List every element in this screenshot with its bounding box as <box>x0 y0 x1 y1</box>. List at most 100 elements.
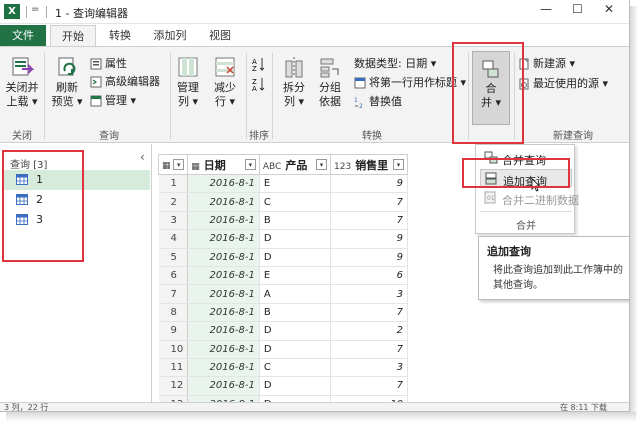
date-cell[interactable]: 2016-8-1 <box>187 229 260 249</box>
table-row[interactable]: 5 2016-8-1 D 9 <box>158 248 408 267</box>
split-column-button[interactable]: 拆分 列 ▾ <box>278 55 310 109</box>
product-cell[interactable]: D <box>259 376 332 396</box>
date-cell[interactable]: 2016-8-1 <box>187 192 260 212</box>
table-row[interactable]: 7 2016-8-1 A 3 <box>158 284 408 304</box>
table-row[interactable]: 132016-8-1D10 <box>158 395 408 402</box>
manage-columns-button[interactable]: 管理 列 ▾ <box>174 55 202 109</box>
reduce-rows-button[interactable]: 减少 行 ▾ <box>208 55 242 109</box>
advanced-editor-button[interactable]: 高级编辑器 <box>90 73 160 89</box>
properties-button[interactable]: 属性 <box>90 55 127 71</box>
date-cell[interactable]: 2016-8-1 <box>187 395 260 402</box>
tab-add-column[interactable]: 添加列 <box>144 25 196 47</box>
table-row[interactable]: 3 2016-8-1 B 7 <box>158 211 408 231</box>
table-row[interactable]: 9 2016-8-1 D 2 <box>158 321 408 341</box>
date-cell[interactable]: 2016-8-1 <box>187 284 260 304</box>
sort-ascending-button[interactable]: AZ <box>252 57 266 74</box>
product-cell[interactable]: B <box>259 303 332 323</box>
tab-file[interactable]: 文件 <box>0 25 46 47</box>
filter-dropdown-icon[interactable]: ▾ <box>244 159 256 170</box>
refresh-preview-button[interactable]: 刷新 预览 ▾ <box>50 55 84 109</box>
product-cell[interactable]: D <box>259 395 332 402</box>
column-header-sales[interactable]: 123 销售里 ▾ <box>330 154 408 175</box>
filter-dropdown-icon[interactable]: ▾ <box>316 159 327 170</box>
date-cell[interactable]: 2016-8-1 <box>187 174 260 194</box>
product-cell[interactable]: D <box>259 229 332 249</box>
close-and-load-button[interactable]: 关闭并 上载 ▾ <box>4 55 40 109</box>
sales-cell[interactable]: 7 <box>330 376 408 396</box>
quick-access-dropdown-icon[interactable]: = <box>31 4 39 15</box>
recent-sources-button[interactable]: 最近使用的源 ▾ <box>518 75 608 91</box>
close-and-load-icon <box>12 57 34 76</box>
sales-cell[interactable]: 9 <box>330 174 408 194</box>
product-cell[interactable]: D <box>259 248 332 267</box>
query-item-2[interactable]: 2 <box>4 190 150 210</box>
table-row[interactable]: 11 2016-8-1 C 3 <box>158 358 408 378</box>
date-cell[interactable]: 2016-8-1 <box>187 248 260 267</box>
group-by-button[interactable]: 分组 依据 <box>314 55 346 109</box>
table-icon <box>16 194 28 205</box>
sales-cell[interactable]: 7 <box>330 211 408 231</box>
table-row[interactable]: 8 2016-8-1 B 7 <box>158 303 408 323</box>
date-cell[interactable]: 2016-8-1 <box>187 321 260 341</box>
replace-values-button[interactable]: 1 2 替换值 <box>354 93 402 109</box>
sales-cell[interactable]: 7 <box>330 340 408 359</box>
sort-descending-button[interactable]: ZA <box>252 77 266 94</box>
combine-binaries-item[interactable]: 01 合并二进制数据 <box>480 189 579 207</box>
group-label-transform: 转换 <box>362 131 382 142</box>
append-queries-item[interactable]: 追加查询 <box>480 169 572 192</box>
chevron-down-icon[interactable]: ▾ <box>173 159 185 170</box>
sales-cell[interactable]: 7 <box>330 303 408 323</box>
query-item-1[interactable]: 1 <box>4 170 150 190</box>
query-item-3[interactable]: 3 <box>4 210 150 230</box>
product-cell[interactable]: A <box>259 284 332 304</box>
product-cell[interactable]: D <box>259 321 332 341</box>
close-and-load-label-line2: 上载 ▾ <box>6 95 38 108</box>
table-row[interactable]: 6 2016-8-1 E 6 <box>158 266 408 286</box>
table-row[interactable]: 1 2016-8-1 E 9 <box>158 174 408 194</box>
column-header-product[interactable]: ABC 产品 ▾ <box>258 154 332 175</box>
sales-cell[interactable]: 7 <box>330 192 408 212</box>
tab-home[interactable]: 开始 <box>50 25 96 47</box>
data-type-dropdown[interactable]: 数据类型: 日期 ▾ <box>354 55 436 71</box>
maximize-button[interactable]: ☐ <box>572 2 583 16</box>
date-cell[interactable]: 2016-8-1 <box>187 303 260 323</box>
table-row[interactable]: 10 2016-8-1 D 7 <box>158 340 408 359</box>
product-cell[interactable]: B <box>259 211 332 231</box>
sales-cell[interactable]: 9 <box>330 248 408 267</box>
date-cell[interactable]: 2016-8-1 <box>187 340 260 359</box>
column-header-date[interactable]: ▦ 日期 ▾ <box>187 154 260 175</box>
tab-transform[interactable]: 转换 <box>100 25 140 47</box>
date-cell[interactable]: 2016-8-1 <box>187 376 260 396</box>
table-row[interactable]: 2 2016-8-1 C 7 <box>158 192 408 212</box>
sales-cell[interactable]: 3 <box>330 284 408 304</box>
sales-cell[interactable]: 9 <box>330 229 408 249</box>
table-row[interactable]: 4 2016-8-1 D 9 <box>158 229 408 249</box>
date-cell[interactable]: 2016-8-1 <box>187 266 260 286</box>
product-cell[interactable]: E <box>259 266 332 286</box>
sales-cell[interactable]: 2 <box>330 321 408 341</box>
combine-binaries-icon: 01 <box>484 191 496 204</box>
sales-cell[interactable]: 3 <box>330 358 408 378</box>
date-cell[interactable]: 2016-8-1 <box>187 358 260 378</box>
close-window-button[interactable]: ✕ <box>604 2 614 16</box>
manage-button[interactable]: 管理 ▾ <box>90 92 136 108</box>
sales-cell[interactable]: 6 <box>330 266 408 286</box>
group-label-query: 查询 <box>99 131 119 142</box>
minimize-button[interactable]: — <box>540 2 552 16</box>
product-cell[interactable]: C <box>259 192 332 212</box>
new-source-button[interactable]: 新建源 ▾ <box>518 55 575 71</box>
table-menu-header[interactable]: ▦ ▾ <box>158 154 189 175</box>
product-cell[interactable]: C <box>259 358 332 378</box>
tab-view[interactable]: 视图 <box>200 25 240 47</box>
product-cell[interactable]: E <box>259 174 332 194</box>
filter-dropdown-icon[interactable]: ▾ <box>393 159 404 170</box>
collapse-pane-button[interactable]: ‹ <box>140 150 145 164</box>
product-cell[interactable]: D <box>259 340 332 359</box>
date-cell[interactable]: 2016-8-1 <box>187 211 260 231</box>
use-first-row-as-headers-button[interactable]: 将第一行用作标题 ▾ <box>354 74 466 90</box>
table-row[interactable]: 12 2016-8-1 D 7 <box>158 376 408 396</box>
sales-cell[interactable]: 10 <box>330 395 408 402</box>
title-separator <box>46 6 47 18</box>
combine-button[interactable]: 合 并 ▾ <box>472 51 510 125</box>
merge-queries-item[interactable]: 合并查询 <box>480 149 572 167</box>
